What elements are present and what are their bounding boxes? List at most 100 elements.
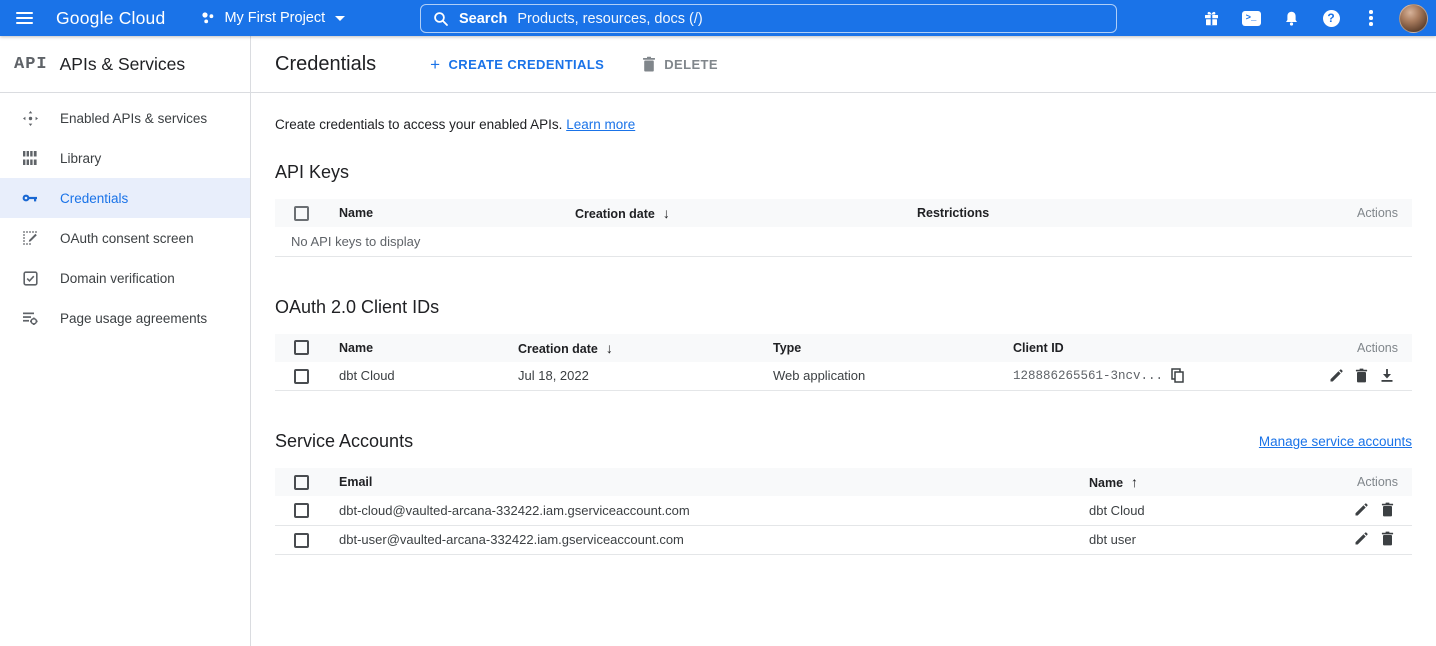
plus-icon: +: [430, 56, 440, 73]
oauth-clients-title: OAuth 2.0 Client IDs: [275, 297, 1412, 318]
client-name-cell: dbt Cloud: [339, 362, 518, 391]
column-header-type[interactable]: Type: [773, 334, 1013, 362]
empty-message: No API keys to display: [291, 234, 420, 249]
oauth-consent-icon: [21, 229, 39, 247]
column-header-client-id[interactable]: Client ID: [1013, 334, 1308, 362]
sidebar-item-label: Credentials: [60, 191, 128, 206]
column-header-name[interactable]: Name: [339, 199, 575, 227]
type-cell: Web application: [773, 362, 1013, 391]
search-input[interactable]: Search Products, resources, docs (/): [420, 4, 1117, 33]
enabled-apis-icon: [21, 109, 39, 127]
avatar[interactable]: [1399, 4, 1428, 33]
learn-more-link[interactable]: Learn more: [566, 117, 635, 132]
bell-icon[interactable]: [1275, 2, 1307, 34]
key-icon: [21, 189, 39, 207]
search-placeholder: Products, resources, docs (/): [517, 11, 702, 27]
column-header-name[interactable]: Name↑: [1089, 468, 1328, 496]
help-icon[interactable]: ?: [1315, 2, 1347, 34]
row-checkbox[interactable]: [294, 503, 309, 518]
row-checkbox[interactable]: [294, 369, 309, 384]
sidebar-item-label: Domain verification: [60, 271, 175, 286]
sidebar-item-label: Library: [60, 151, 101, 166]
hamburger-menu-button[interactable]: [0, 0, 48, 36]
create-credentials-label: CREATE CREDENTIALS: [449, 57, 605, 72]
delete-button[interactable]: DELETE: [632, 50, 728, 78]
page-title: Credentials: [275, 53, 376, 76]
sidebar-item-page-usage[interactable]: Page usage agreements: [0, 298, 250, 338]
column-header-name[interactable]: Name: [339, 334, 518, 362]
email-cell: dbt-user@vaulted-arcana-332422.iam.gserv…: [339, 525, 1089, 554]
search-icon: [433, 11, 449, 27]
empty-state-row: No API keys to display: [275, 227, 1412, 256]
library-icon: [21, 149, 39, 167]
cloud-shell-icon[interactable]: >_: [1235, 2, 1267, 34]
table-row: dbt Cloud Jul 18, 2022 Web application 1…: [275, 362, 1412, 391]
edit-icon[interactable]: [1350, 501, 1372, 519]
service-accounts-table: Email Name↑ Actions dbt-cloud@vaulted-ar…: [275, 468, 1412, 555]
name-cell: dbt user: [1089, 525, 1328, 554]
sidebar-title: APIs & Services: [60, 54, 185, 75]
select-all-checkbox[interactable]: [294, 206, 309, 221]
help-glyph: ?: [1323, 10, 1340, 27]
sidebar-item-domain-verification[interactable]: Domain verification: [0, 258, 250, 298]
column-header-actions: Actions: [1308, 334, 1412, 362]
more-vert-icon[interactable]: [1355, 2, 1387, 34]
column-header-email[interactable]: Email: [339, 468, 1089, 496]
top-app-bar: Google Cloud My First Project Search Pro…: [0, 0, 1436, 36]
select-all-checkbox[interactable]: [294, 340, 309, 355]
copy-icon[interactable]: [1171, 368, 1184, 383]
google-cloud-logo[interactable]: Google Cloud: [56, 8, 165, 29]
table-header-row: Email Name↑ Actions: [275, 468, 1412, 496]
client-id-value: 128886265561-3ncv...: [1013, 369, 1163, 383]
trash-icon[interactable]: [1376, 501, 1398, 519]
column-header-creation-date[interactable]: Creation date↓: [518, 334, 773, 362]
delete-label: DELETE: [664, 57, 718, 72]
project-picker[interactable]: My First Project: [199, 9, 345, 27]
name-cell: dbt Cloud: [1089, 496, 1328, 525]
row-checkbox[interactable]: [294, 533, 309, 548]
trash-icon[interactable]: [1350, 366, 1372, 384]
row-actions: [1328, 496, 1412, 525]
sidebar-header: API APIs & Services: [0, 36, 250, 93]
column-header-actions: Actions: [1328, 468, 1412, 496]
table-header-row: Name Creation date↓ Restrictions Actions: [275, 199, 1412, 227]
select-all-checkbox[interactable]: [294, 475, 309, 490]
edit-icon[interactable]: [1350, 530, 1372, 548]
page-usage-icon: [21, 309, 39, 327]
sidebar-item-label: Page usage agreements: [60, 311, 207, 326]
api-keys-title: API Keys: [275, 162, 1412, 183]
column-header-creation-date[interactable]: Creation date↓: [575, 199, 917, 227]
sidebar-item-oauth-consent[interactable]: OAuth consent screen: [0, 218, 250, 258]
chevron-down-icon: [335, 16, 345, 21]
row-actions: [1308, 362, 1412, 391]
create-credentials-button[interactable]: + CREATE CREDENTIALS: [420, 50, 614, 79]
oauth-clients-table: Name Creation date↓ Type Client ID Actio…: [275, 334, 1412, 392]
creation-date-cell: Jul 18, 2022: [518, 362, 773, 391]
email-cell: dbt-cloud@vaulted-arcana-332422.iam.gser…: [339, 496, 1089, 525]
sidebar-item-credentials[interactable]: Credentials: [0, 178, 250, 218]
sort-desc-icon: ↓: [663, 205, 670, 221]
sidebar-item-library[interactable]: Library: [0, 138, 250, 178]
column-header-actions: Actions: [1328, 199, 1412, 227]
domain-verification-icon: [21, 269, 39, 287]
download-icon[interactable]: [1376, 366, 1398, 384]
sidebar: API APIs & Services Enabled APIs & servi…: [0, 36, 251, 646]
row-actions: [1328, 525, 1412, 554]
intro-sentence: Create credentials to access your enable…: [275, 117, 562, 132]
project-grid-icon: [199, 9, 217, 27]
edit-icon[interactable]: [1325, 367, 1347, 385]
manage-service-accounts-link[interactable]: Manage service accounts: [1259, 434, 1412, 449]
column-header-restrictions[interactable]: Restrictions: [917, 199, 1328, 227]
api-logo-icon: API: [14, 55, 48, 74]
intro-text: Create credentials to access your enable…: [275, 117, 1412, 132]
trash-icon: [642, 56, 656, 72]
project-name: My First Project: [224, 10, 325, 26]
gift-icon[interactable]: [1195, 2, 1227, 34]
search-label: Search: [459, 11, 507, 27]
sidebar-item-enabled-apis[interactable]: Enabled APIs & services: [0, 98, 250, 138]
cloud-shell-glyph: >_: [1242, 11, 1261, 26]
api-keys-table: Name Creation date↓ Restrictions Actions…: [275, 199, 1412, 257]
table-row: dbt-cloud@vaulted-arcana-332422.iam.gser…: [275, 496, 1412, 525]
sidebar-item-label: Enabled APIs & services: [60, 111, 207, 126]
trash-icon[interactable]: [1376, 530, 1398, 548]
